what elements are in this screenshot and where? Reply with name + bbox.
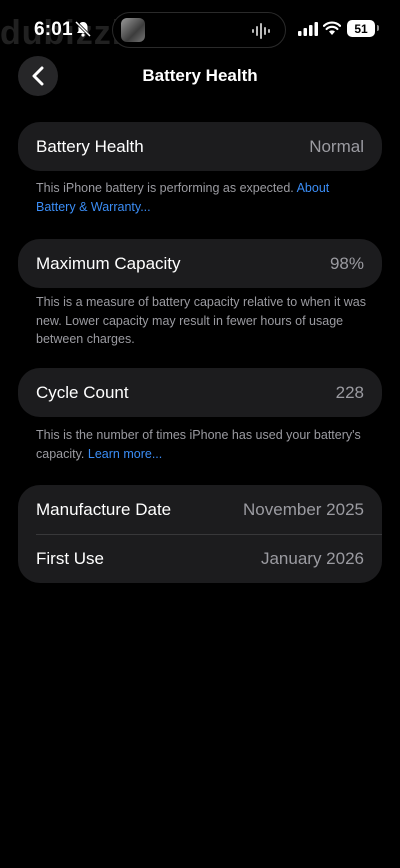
- maximum-capacity-label: Maximum Capacity: [36, 253, 181, 273]
- maximum-capacity-row: Maximum Capacity 98%: [18, 239, 382, 288]
- first-use-value: January 2026: [260, 548, 364, 568]
- battery-dates-card: Manufacture Date November 2025 First Use…: [18, 485, 382, 583]
- cycle-count-footnote: This is the number of times iPhone has u…: [36, 426, 366, 463]
- cycle-count-footnote-text: This is the number of times iPhone has u…: [36, 428, 361, 461]
- manufacture-date-row: Manufacture Date November 2025: [18, 485, 382, 534]
- cycle-count-label: Cycle Count: [36, 382, 129, 402]
- manufacture-date-value: November 2025: [243, 499, 364, 519]
- status-bar: dubizzle 6:01 51: [0, 0, 400, 60]
- battery-health-label: Battery Health: [36, 136, 144, 156]
- maximum-capacity-footnote-text: This is a measure of battery capacity re…: [36, 295, 367, 346]
- wifi-icon: [323, 21, 341, 35]
- battery-health-card[interactable]: Battery Health Normal: [18, 122, 382, 171]
- maximum-capacity-card: Maximum Capacity 98%: [18, 239, 382, 288]
- audio-wave-icon: [252, 23, 270, 39]
- first-use-label: First Use: [36, 548, 104, 568]
- now-playing-artwork: [121, 18, 145, 42]
- dynamic-island[interactable]: [112, 12, 286, 48]
- learn-more-link[interactable]: Learn more...: [88, 447, 162, 461]
- status-time: 6:01: [34, 19, 73, 40]
- battery-health-row[interactable]: Battery Health Normal: [18, 122, 382, 171]
- maximum-capacity-value: 98%: [329, 253, 364, 273]
- battery-health-screen: dubizzle 6:01 51 Battery Health Battery …: [0, 0, 400, 868]
- first-use-row: First Use January 2026: [18, 534, 382, 583]
- manufacture-date-label: Manufacture Date: [36, 499, 172, 519]
- cycle-count-value: 228: [335, 382, 364, 402]
- battery-health-footnote-text: This iPhone battery is performing as exp…: [36, 181, 294, 195]
- maximum-capacity-footnote: This is a measure of battery capacity re…: [36, 293, 366, 349]
- cycle-count-card: Cycle Count 228: [18, 368, 382, 417]
- battery-health-value: Normal: [309, 136, 364, 156]
- signal-icon: [298, 22, 318, 36]
- battery-icon: 51: [347, 20, 379, 37]
- page-title: Battery Health: [142, 66, 258, 85]
- battery-health-footnote: This iPhone battery is performing as exp…: [36, 179, 366, 216]
- bell-slash-icon: [74, 20, 92, 38]
- cycle-count-row: Cycle Count 228: [18, 368, 382, 417]
